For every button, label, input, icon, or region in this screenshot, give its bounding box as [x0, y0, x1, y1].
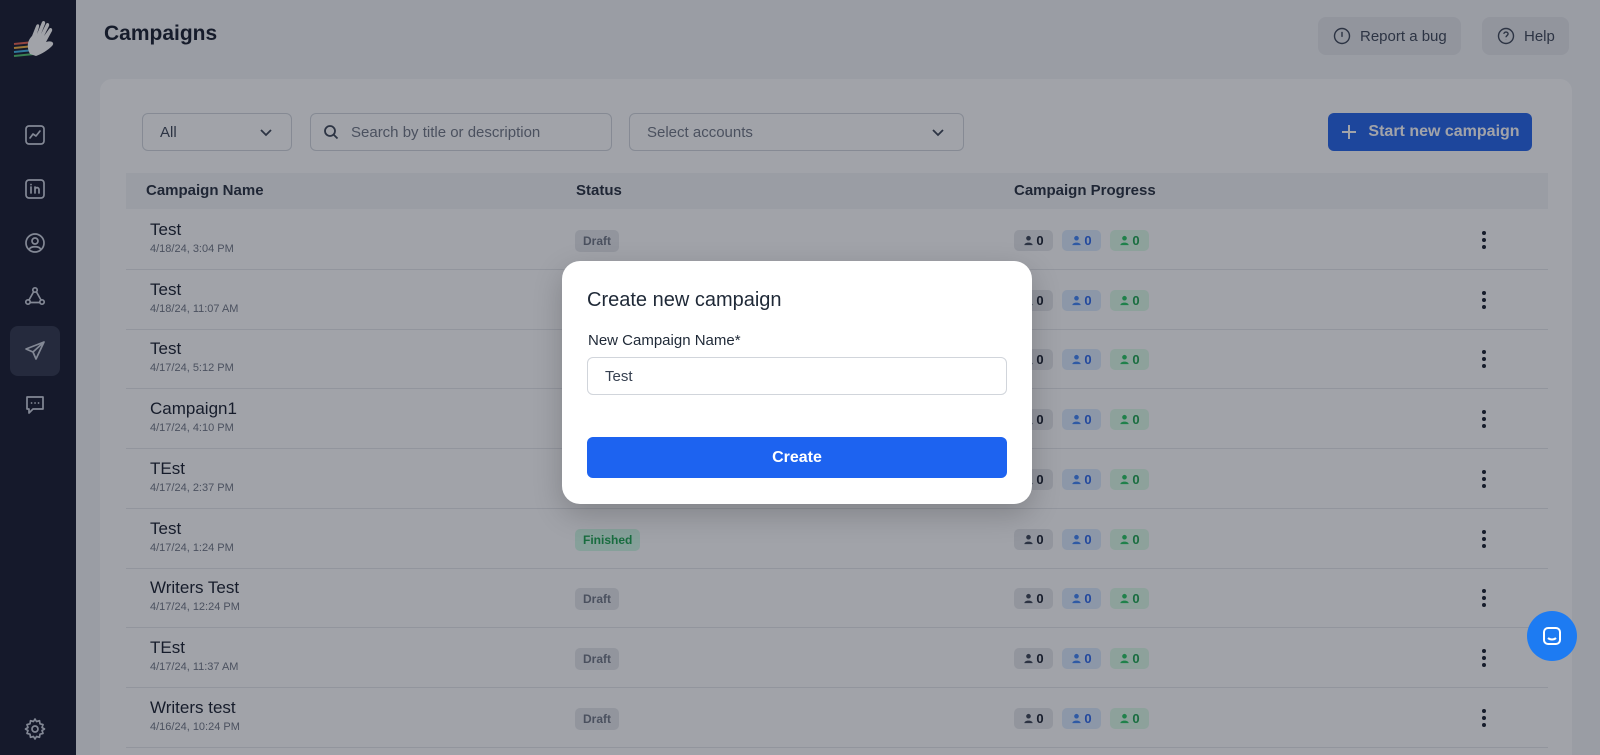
create-campaign-modal: Create new campaign New Campaign Name* C… [562, 261, 1032, 504]
campaign-name-label: New Campaign Name* [588, 332, 741, 349]
chat-launcher-button[interactable] [1527, 611, 1577, 661]
campaign-name-input[interactable] [587, 357, 1007, 395]
modal-title: Create new campaign [587, 289, 782, 311]
create-button[interactable]: Create [587, 437, 1007, 478]
chat-icon [1543, 627, 1561, 645]
